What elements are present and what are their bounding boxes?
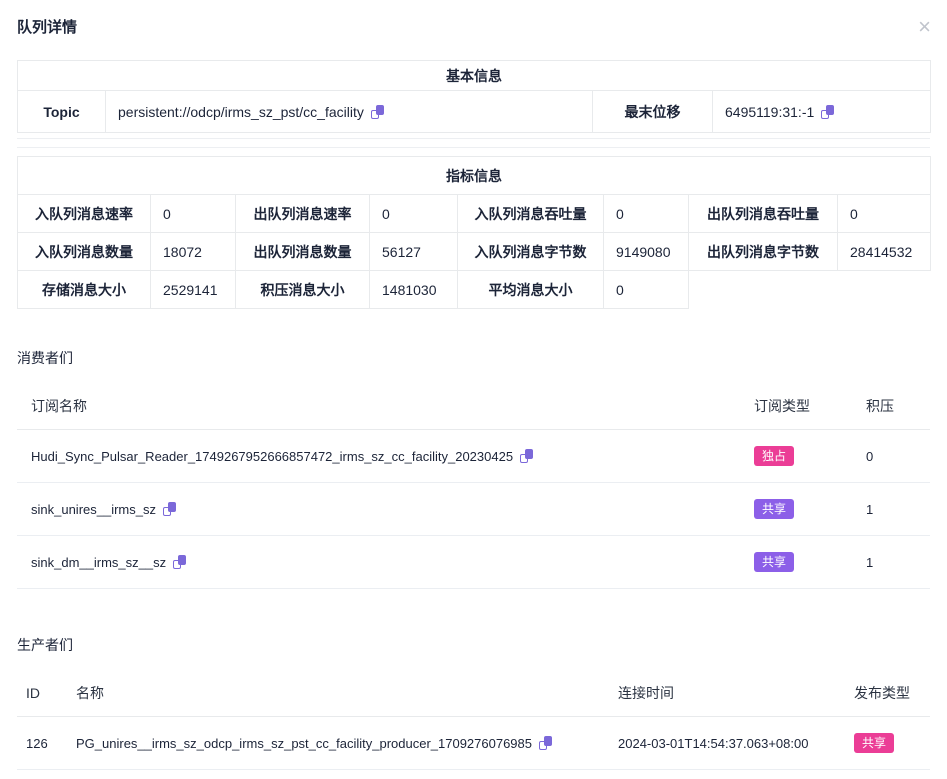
subscription-name-cell: sink_unires__irms_sz [17, 483, 740, 536]
publish-type-badge: 共享 [854, 733, 894, 753]
last-offset-label: 最末位移 [593, 91, 713, 133]
metric-value: 1481030 [370, 271, 458, 309]
metrics-row: 入队列消息速率 0 出队列消息速率 0 入队列消息吞吐量 0 出队列消息吞吐量 … [18, 195, 931, 233]
metric-value: 0 [370, 195, 458, 233]
copy-subscription-icon[interactable] [173, 555, 186, 569]
consumer-row: sink_dm__irms_sz__sz 共享 1 [17, 536, 930, 589]
metrics-section-title: 指标信息 [18, 157, 931, 195]
empty-cell [689, 271, 838, 309]
copy-topic-icon[interactable] [371, 105, 384, 119]
metric-value: 0 [151, 195, 236, 233]
metric-label: 积压消息大小 [236, 271, 370, 309]
close-button[interactable]: × [916, 14, 933, 40]
producers-heading: 生产者们 [17, 635, 930, 655]
column-header-name: 名称 [67, 655, 609, 717]
producer-id: 185 [17, 770, 67, 779]
close-icon: × [918, 14, 931, 39]
subscription-type-cell: 独占 [740, 430, 852, 483]
queue-detail-drawer: 队列详情 × 基本信息 Topic persistent://odcp/irms… [0, 0, 947, 779]
producer-name-cell: PG_unires__irms_sz_odcp_irms_sz_pst_cc_f… [67, 717, 609, 770]
copy-subscription-icon[interactable] [520, 449, 533, 463]
column-header-publish-type: 发布类型 [845, 655, 930, 717]
consumers-table: 订阅名称 订阅类型 积压 Hudi_Sync_Pulsar_Reader_174… [17, 368, 930, 589]
column-header-subscription-type: 订阅类型 [740, 368, 852, 430]
producer-connect-time: 2024-03-03T22:07:46.918+08:00 [609, 770, 845, 779]
subscription-type-cell: 共享 [740, 536, 852, 589]
basic-info-table: 基本信息 Topic persistent://odcp/irms_sz_pst… [17, 60, 931, 133]
producer-row: 126 PG_unires__irms_sz_odcp_irms_sz_pst_… [17, 717, 930, 770]
producer-connect-time: 2024-03-01T14:54:37.063+08:00 [609, 717, 845, 770]
metric-value: 56127 [370, 233, 458, 271]
copy-producer-icon[interactable] [539, 736, 552, 750]
metric-label: 出队列消息字节数 [689, 233, 838, 271]
subscription-type-cell: 共享 [740, 483, 852, 536]
metric-label: 平均消息大小 [458, 271, 604, 309]
last-offset-value-cell: 6495119:31:-1 [713, 91, 931, 133]
metric-value: 18072 [151, 233, 236, 271]
metrics-row: 存储消息大小 2529141 积压消息大小 1481030 平均消息大小 0 [18, 271, 931, 309]
metric-label: 入队列消息数量 [18, 233, 151, 271]
metric-value: 28414532 [838, 233, 931, 271]
subscription-name-cell: sink_dm__irms_sz__sz [17, 536, 740, 589]
metric-value: 2529141 [151, 271, 236, 309]
subscription-name: Hudi_Sync_Pulsar_Reader_1749267952666857… [31, 449, 513, 464]
column-header-id: ID [17, 655, 67, 717]
basic-info-row: Topic persistent://odcp/irms_sz_pst/cc_f… [18, 91, 931, 133]
producers-header-row: ID 名称 连接时间 发布类型 [17, 655, 930, 717]
metric-label: 入队列消息字节数 [458, 233, 604, 271]
publish-type-cell: 共享 [845, 770, 930, 779]
last-offset-value: 6495119:31:-1 [725, 104, 814, 120]
metric-label: 存储消息大小 [18, 271, 151, 309]
topic-label: Topic [18, 91, 106, 133]
topic-value-cell: persistent://odcp/irms_sz_pst/cc_facilit… [106, 91, 593, 133]
subscription-name: sink_dm__irms_sz__sz [31, 555, 166, 570]
consumer-row: Hudi_Sync_Pulsar_Reader_1749267952666857… [17, 430, 930, 483]
metric-label: 入队列消息速率 [18, 195, 151, 233]
subscription-name-cell: Hudi_Sync_Pulsar_Reader_1749267952666857… [17, 430, 740, 483]
producer-id: 126 [17, 717, 67, 770]
column-header-connect-time: 连接时间 [609, 655, 845, 717]
topic-value: persistent://odcp/irms_sz_pst/cc_facilit… [118, 104, 364, 120]
basic-info-section-title: 基本信息 [18, 61, 931, 91]
metric-value: 0 [604, 195, 689, 233]
metric-label: 出队列消息吞吐量 [689, 195, 838, 233]
producer-name-cell: PG_unires__irms_sz_odcp_irms_sz_pst_cc_f… [67, 770, 609, 779]
metric-label: 入队列消息吞吐量 [458, 195, 604, 233]
subscription-type-badge: 共享 [754, 499, 794, 519]
subscription-name: sink_unires__irms_sz [31, 502, 156, 517]
page-title: 队列详情 [17, 20, 930, 36]
metric-label: 出队列消息速率 [236, 195, 370, 233]
publish-type-cell: 共享 [845, 717, 930, 770]
metric-value: 9149080 [604, 233, 689, 271]
divider-strip [17, 138, 930, 148]
subscription-type-badge: 共享 [754, 552, 794, 572]
backlog-value: 0 [852, 430, 930, 483]
metrics-row: 入队列消息数量 18072 出队列消息数量 56127 入队列消息字节数 914… [18, 233, 931, 271]
consumers-header-row: 订阅名称 订阅类型 积压 [17, 368, 930, 430]
backlog-value: 1 [852, 483, 930, 536]
metric-value: 0 [604, 271, 689, 309]
metrics-header-row: 指标信息 [18, 157, 931, 195]
empty-cell [838, 271, 931, 309]
producers-table: ID 名称 连接时间 发布类型 126 PG_unires__irms_sz_o… [17, 655, 930, 779]
metric-value: 0 [838, 195, 931, 233]
consumers-heading: 消费者们 [17, 348, 930, 368]
metric-label: 出队列消息数量 [236, 233, 370, 271]
column-header-subscription-name: 订阅名称 [17, 368, 740, 430]
producer-row: 185 PG_unires__irms_sz_odcp_irms_sz_pst_… [17, 770, 930, 779]
copy-offset-icon[interactable] [821, 105, 834, 119]
basic-info-header-row: 基本信息 [18, 61, 931, 91]
copy-subscription-icon[interactable] [163, 502, 176, 516]
column-header-backlog: 积压 [852, 368, 930, 430]
metrics-table: 指标信息 入队列消息速率 0 出队列消息速率 0 入队列消息吞吐量 0 出队列消… [17, 156, 931, 309]
producer-name: PG_unires__irms_sz_odcp_irms_sz_pst_cc_f… [76, 736, 532, 751]
consumer-row: sink_unires__irms_sz 共享 1 [17, 483, 930, 536]
backlog-value: 1 [852, 536, 930, 589]
subscription-type-badge: 独占 [754, 446, 794, 466]
